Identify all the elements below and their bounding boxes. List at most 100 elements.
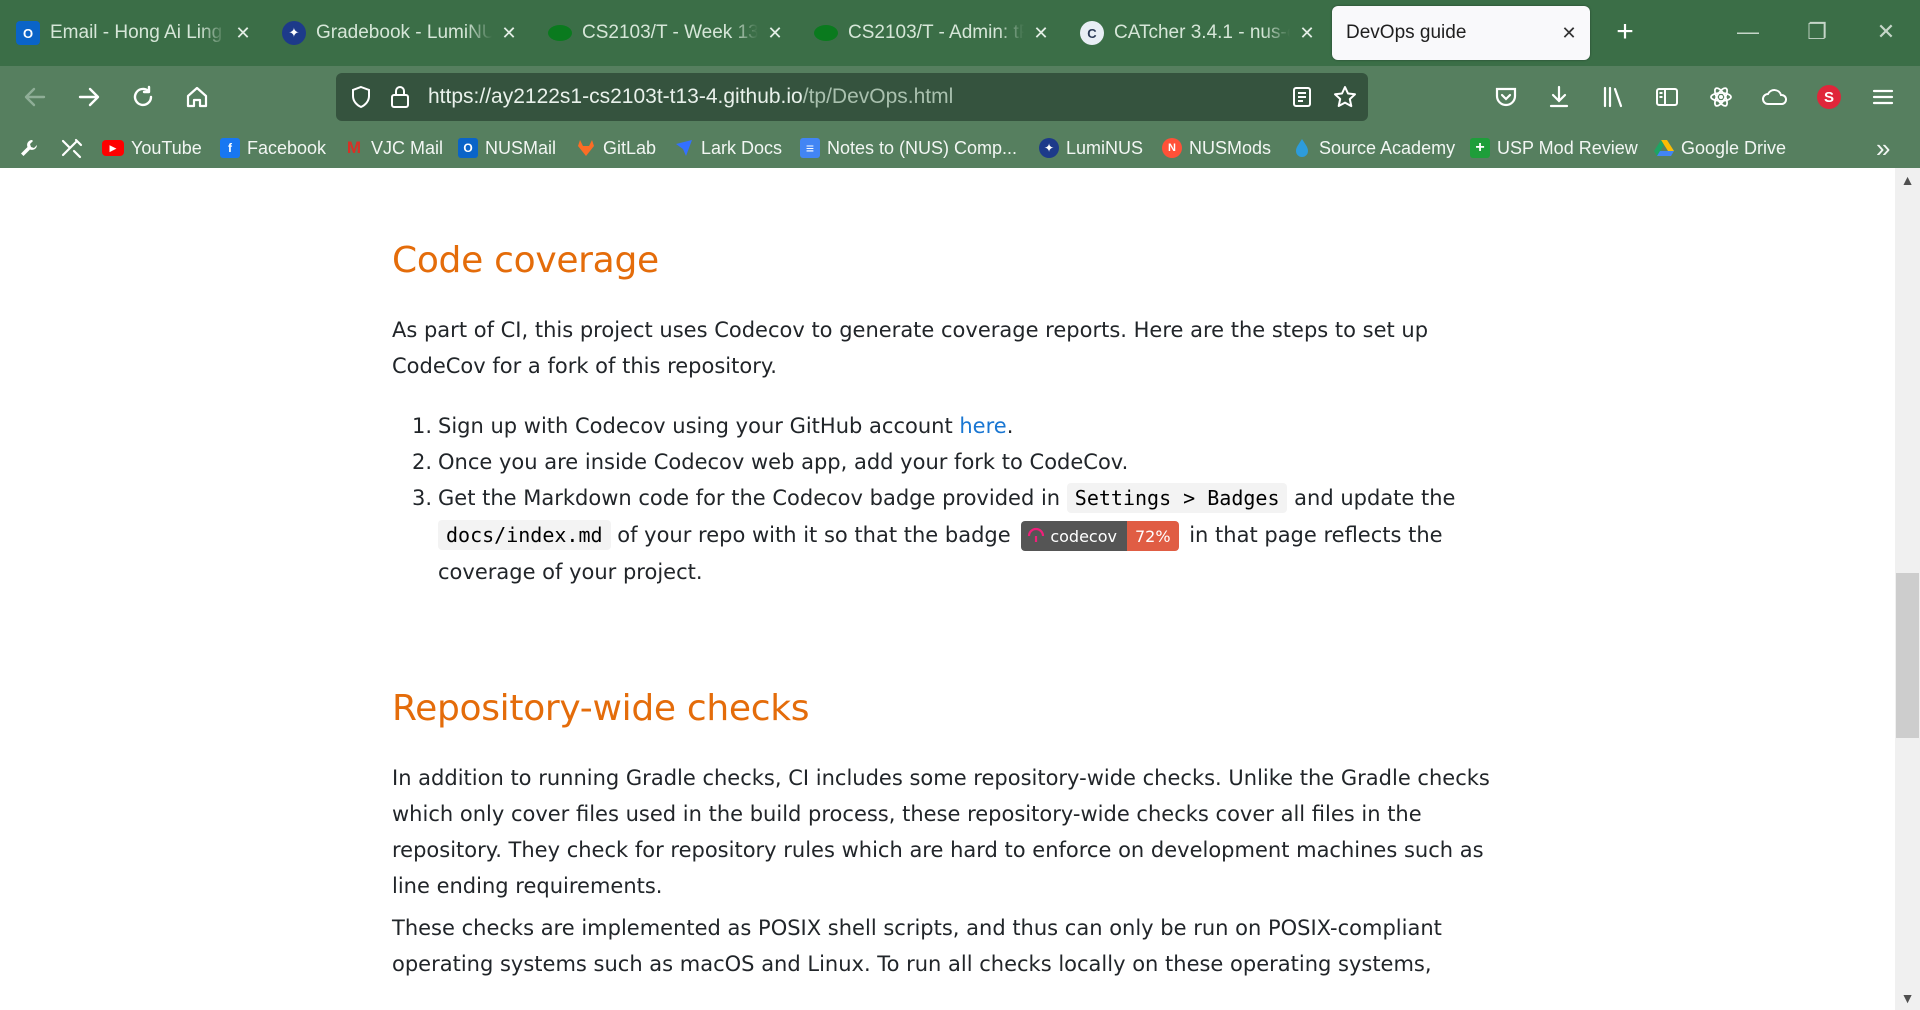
scroll-down-arrow-icon[interactable]: ▼ <box>1895 988 1920 1008</box>
reload-button[interactable] <box>124 78 162 116</box>
luminus-icon: ✦ <box>1039 138 1059 158</box>
facebook-icon: f <box>220 138 240 158</box>
extension-button[interactable] <box>1758 80 1792 114</box>
close-icon[interactable]: ✕ <box>232 23 254 44</box>
bookmarks-toolbar: ▶ YouTube f Facebook M VJC Mail O NUSMai… <box>0 128 1920 168</box>
tab-email[interactable]: O Email - Hong Ai Ling - ✕ <box>2 6 264 60</box>
reload-icon <box>133 85 153 107</box>
source-academy-icon <box>1292 138 1312 158</box>
close-icon[interactable]: ✕ <box>498 23 520 44</box>
url-bar[interactable]: https://ay2122s1-cs2103t-t13-4.github.io… <box>336 73 1368 121</box>
chevron-double-right-icon: » <box>1876 132 1891 163</box>
url-text[interactable]: https://ay2122s1-cs2103t-t13-4.github.io… <box>428 85 953 109</box>
bookmark-vjc-mail[interactable]: M VJC Mail <box>344 135 443 161</box>
new-tab-button[interactable]: + <box>1608 16 1642 50</box>
tab-cs2103-week13[interactable]: CS2103/T - Week 13 - ✕ <box>534 6 796 60</box>
bookmark-luminus[interactable]: ✦ LumiNUS <box>1039 135 1143 161</box>
docs-icon: ≡ <box>800 138 820 158</box>
bookmark-google-drive[interactable]: Google Drive <box>1654 135 1786 161</box>
bookmark-label: LumiNUS <box>1066 137 1144 158</box>
bookmark-tools[interactable] <box>60 135 84 161</box>
close-icon[interactable]: ✕ <box>764 23 786 44</box>
bookmark-nusmail[interactable]: O NUSMail <box>458 135 556 161</box>
tab-devops-guide[interactable]: DevOps guide ✕ <box>1332 6 1590 60</box>
tab-label: Gradebook - LumiNUS <box>316 22 492 43</box>
bookmark-nusmods[interactable]: N NUSMods <box>1162 135 1271 161</box>
close-icon[interactable]: ✕ <box>1558 23 1580 44</box>
outlook-icon: O <box>16 21 40 45</box>
code-docs-index: docs/index.md <box>438 520 611 550</box>
reader-view-icon[interactable] <box>1290 85 1314 109</box>
lock-icon[interactable] <box>388 84 412 110</box>
tab-label: CS2103/T - Admin: tP: <box>848 22 1024 43</box>
catcher-icon: C <box>1080 21 1104 45</box>
react-icon <box>1710 87 1732 107</box>
bookmark-youtube[interactable]: ▶ YouTube <box>102 135 202 161</box>
shield-icon[interactable] <box>348 84 374 110</box>
codecov-badge[interactable]: codecov 72% <box>1021 521 1179 551</box>
heading-repository-wide-checks: Repository-wide checks <box>392 688 810 729</box>
bookmark-wrench[interactable] <box>18 135 40 161</box>
cloud-extension-icon <box>1762 89 1788 105</box>
heading-code-coverage: Code coverage <box>392 240 659 281</box>
lark-icon <box>674 138 694 158</box>
bookmark-label: YouTube <box>131 137 202 158</box>
list-item: 2. Once you are inside Codecov web app, … <box>411 450 1129 474</box>
outlook-icon: O <box>458 138 478 158</box>
close-icon[interactable]: ✕ <box>1296 23 1318 44</box>
page-scrollbar[interactable]: ▲ ▼ <box>1895 168 1920 1010</box>
restore-button[interactable]: ❐ <box>1797 14 1837 50</box>
pocket-button[interactable] <box>1489 80 1523 114</box>
bookmark-label: Facebook <box>247 137 327 158</box>
tab-catcher[interactable]: C CATcher 3.4.1 - nus-cs2 ✕ <box>1066 6 1328 60</box>
bookmark-star-icon[interactable] <box>1332 84 1358 110</box>
library-button[interactable] <box>1596 80 1630 114</box>
bookmark-label: Source Academy <box>1319 137 1456 158</box>
page-content: Code coverage As part of CI, this projec… <box>0 168 1895 1010</box>
more-bookmarks-button[interactable]: » <box>1876 132 1891 163</box>
close-icon[interactable]: ✕ <box>1030 23 1052 44</box>
bookmark-label: Notes to (NUS) Comp... <box>827 137 1018 158</box>
google-drive-icon <box>1654 138 1674 158</box>
bookmark-label: NUSMail <box>485 137 557 158</box>
url-host: https://ay2122s1-cs2103t-t13-4.github.io <box>428 85 803 108</box>
sidebar-button[interactable] <box>1650 80 1684 114</box>
tab-cs2103-admin[interactable]: CS2103/T - Admin: tP: ✕ <box>800 6 1062 60</box>
wrench-icon <box>21 140 37 156</box>
bookmark-lark-docs[interactable]: Lark Docs <box>674 135 782 161</box>
codecov-signup-link[interactable]: here <box>959 414 1006 438</box>
tab-label: CATcher 3.4.1 - nus-cs2 <box>1114 22 1290 43</box>
bookmark-notes[interactable]: ≡ Notes to (NUS) Comp... <box>800 135 1017 161</box>
bookmark-label: GitLab <box>603 137 657 158</box>
tab-strip: O Email - Hong Ai Ling - ✕ ✦ Gradebook -… <box>0 0 1920 66</box>
list-item: 1. Sign up with Codecov using your GitHu… <box>411 414 1014 438</box>
hamburger-menu-icon <box>1872 89 1894 105</box>
minimize-button[interactable]: — <box>1728 14 1768 50</box>
home-icon <box>186 86 208 108</box>
paragraph-posix-checks: These checks are implemented as POSIX sh… <box>392 916 1442 976</box>
pocket-icon <box>1495 87 1517 107</box>
window-close-button[interactable]: ✕ <box>1866 14 1906 50</box>
react-devtools-button[interactable] <box>1704 80 1738 114</box>
bookmark-usp-mod-review[interactable]: + USP Mod Review <box>1470 135 1638 161</box>
paragraph-codecov-intro: As part of CI, this project uses Codecov… <box>392 318 1429 378</box>
scroll-up-arrow-icon[interactable]: ▲ <box>1895 170 1920 190</box>
bookmark-facebook[interactable]: f Facebook <box>220 135 326 161</box>
account-button[interactable]: S <box>1812 80 1846 114</box>
scrollbar-thumb[interactable] <box>1896 573 1919 738</box>
navigation-toolbar: https://ay2122s1-cs2103t-t13-4.github.io… <box>0 66 1920 128</box>
cs2103-icon <box>814 25 838 41</box>
nusmods-icon: N <box>1162 138 1182 158</box>
gitlab-icon <box>576 138 596 158</box>
bookmark-label: Google Drive <box>1681 137 1787 158</box>
list-item: 3. Get the Markdown code for the Codecov… <box>392 480 1498 591</box>
tab-gradebook[interactable]: ✦ Gradebook - LumiNUS ✕ <box>268 6 530 60</box>
bookmark-gitlab[interactable]: GitLab <box>576 135 656 161</box>
menu-button[interactable] <box>1866 80 1900 114</box>
bookmark-label: USP Mod Review <box>1497 137 1638 158</box>
downloads-button[interactable] <box>1542 80 1576 114</box>
back-button[interactable] <box>16 78 54 116</box>
home-button[interactable] <box>178 78 216 116</box>
forward-button[interactable] <box>70 78 108 116</box>
bookmark-source-academy[interactable]: Source Academy <box>1292 135 1455 161</box>
